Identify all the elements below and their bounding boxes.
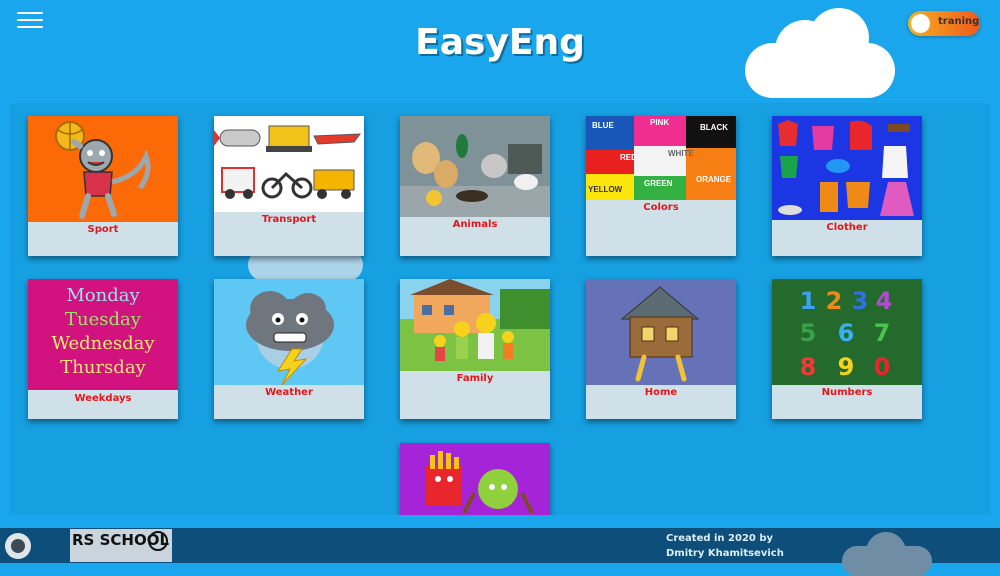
number-digit: 9	[838, 353, 855, 381]
category-label: Home	[644, 387, 678, 398]
app-header: EasyEng traning	[0, 0, 1000, 103]
food-image	[400, 443, 550, 515]
number-digit: 8	[800, 353, 817, 381]
weekday-word: Thursday	[60, 357, 146, 378]
cloud-decoration	[745, 8, 895, 100]
credit-line-1: Created in 2020 by	[666, 533, 774, 544]
credit-text: Created in 2020 by Dmitry Khamitsevich	[666, 531, 786, 561]
number-digit: 5	[800, 319, 817, 347]
clother-image	[772, 116, 922, 220]
category-card-numbers[interactable]: 1 2 3 4 5 6 7 8 9 0 Numbers	[772, 279, 922, 419]
rs-school-logo[interactable]: RS SCHOOL JS	[70, 529, 191, 562]
color-word: ORANGE	[696, 175, 732, 184]
number-digit: 1	[800, 287, 817, 315]
animals-image	[400, 116, 550, 217]
category-card-colors[interactable]: BLUE PINK BLACK RED WHITE GREEN ORANGE Y…	[586, 116, 736, 256]
category-label: Transport	[261, 214, 317, 225]
number-digit: 4	[876, 287, 893, 315]
number-digit: 7	[874, 319, 891, 347]
weekday-word: Wednesday	[51, 333, 155, 354]
numbers-image: 1 2 3 4 5 6 7 8 9 0	[772, 279, 922, 385]
category-card-weekdays[interactable]: Monday Tuesday Wednesday Thursday Weekda…	[28, 279, 178, 419]
category-label: Weekdays	[74, 393, 132, 404]
number-digit: 6	[838, 319, 855, 347]
category-label: Sport	[87, 224, 119, 235]
weekday-word: Monday	[66, 285, 140, 306]
sport-image	[28, 116, 178, 222]
category-card-animals[interactable]: Animals	[400, 116, 550, 256]
transport-image	[214, 116, 364, 212]
category-label: Numbers	[821, 387, 873, 398]
category-card-family[interactable]: Family	[400, 279, 550, 419]
categories-board: Sport Transport Animals BLUE PINK BLACK …	[10, 103, 990, 515]
color-word: YELLOW	[588, 185, 623, 194]
category-label: Animals	[452, 219, 498, 230]
color-word: BLUE	[592, 121, 614, 130]
color-word: BLACK	[700, 123, 728, 132]
category-card-food[interactable]	[400, 443, 550, 515]
category-card-transport[interactable]: Transport	[214, 116, 364, 256]
category-card-clother[interactable]: Clother	[772, 116, 922, 256]
category-label: Clother	[826, 222, 868, 233]
colors-image: BLUE PINK BLACK RED WHITE GREEN ORANGE Y…	[586, 116, 736, 200]
weather-image	[214, 279, 364, 385]
color-word: WHITE	[668, 149, 694, 158]
github-icon[interactable]	[5, 533, 31, 559]
weekday-word: Tuesday	[65, 309, 142, 330]
category-label: Colors	[643, 202, 679, 213]
weekdays-image: Monday Tuesday Wednesday Thursday	[28, 279, 178, 390]
toggle-label: traning	[938, 16, 980, 27]
rs-school-logo-text: RS SCHOOL JS	[72, 531, 172, 549]
training-mode-toggle[interactable]: traning	[908, 11, 980, 36]
category-card-home[interactable]: Home	[586, 279, 736, 419]
toggle-knob	[911, 14, 930, 33]
number-digit: 3	[852, 287, 869, 315]
color-word: GREEN	[644, 179, 673, 188]
credit-line-2: Dmitry Khamitsevich	[666, 548, 784, 559]
cloud-decoration-footer	[842, 532, 932, 576]
category-card-weather[interactable]: Weather	[214, 279, 364, 419]
category-label: Weather	[265, 387, 313, 398]
color-word: RED	[620, 153, 637, 162]
number-digit: 0	[874, 353, 891, 381]
category-card-sport[interactable]: Sport	[28, 116, 178, 256]
family-image	[400, 279, 550, 371]
color-word: PINK	[650, 118, 669, 127]
home-image	[586, 279, 736, 385]
category-label: Family	[456, 373, 494, 384]
app-footer: RS SCHOOL JS Created in 2020 by Dmitry K…	[0, 528, 1000, 576]
number-digit: 2	[826, 287, 843, 315]
